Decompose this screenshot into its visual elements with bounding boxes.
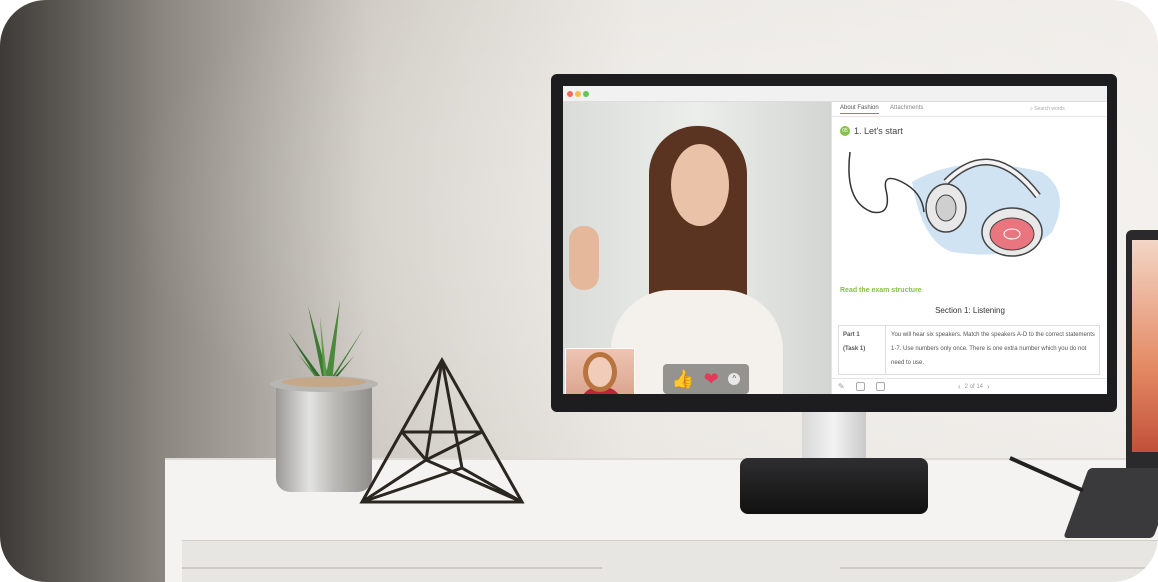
pencil-icon[interactable]: ✎: [838, 382, 847, 391]
lesson-title: 1. Let's start: [854, 126, 903, 136]
maximize-window-button[interactable]: [583, 91, 589, 97]
drawer-line: [182, 567, 602, 569]
search-icon: ⌕: [1030, 106, 1033, 112]
task-description: You will hear six speakers. Match the sp…: [891, 332, 1095, 366]
chevron-right-icon[interactable]: ›: [987, 382, 990, 391]
exam-structure-table: Part 1 (Task 1) You will hear six speake…: [838, 325, 1100, 375]
table-divider: [885, 326, 886, 374]
pot-soil: [282, 377, 366, 387]
part-label: Part 1: [843, 332, 860, 338]
wire-pyramid-decor: [359, 356, 525, 504]
minimize-window-button[interactable]: [575, 91, 581, 97]
lesson-badge: 05: [840, 126, 850, 136]
task-label: (Task 1): [843, 346, 866, 352]
search-placeholder: Search words: [1034, 106, 1065, 112]
search-input[interactable]: ⌕ Search words: [1026, 104, 1102, 114]
briefcase-icon[interactable]: [876, 382, 885, 391]
more-reactions-button[interactable]: ^: [728, 373, 741, 385]
lesson-panel: About Fashion Attachments ⌕ Search words…: [831, 102, 1107, 394]
scene: 👍 ❤ ^ About Fashion Attachments ⌕ Search…: [0, 0, 1158, 582]
reactions-bar: 👍 ❤ ^: [663, 364, 749, 394]
panel-tabs: About Fashion Attachments ⌕ Search words: [832, 102, 1107, 117]
teacher-video: 👍 ❤ ^: [563, 102, 831, 394]
thumbs-up-reaction-icon[interactable]: 👍: [672, 369, 694, 389]
lesson-heading: 05 1. Let's start: [840, 126, 903, 136]
drawer-line: [840, 567, 1158, 569]
tab-attachments[interactable]: Attachments: [890, 105, 923, 111]
app-screen: 👍 ❤ ^ About Fashion Attachments ⌕ Search…: [563, 86, 1107, 394]
headphones-illustration: [848, 151, 1060, 257]
close-window-button[interactable]: [567, 91, 573, 97]
pager-label: 2 of 14: [964, 383, 984, 390]
tab-about-fashion[interactable]: About Fashion: [840, 105, 879, 114]
monitor-stand-base: [740, 458, 928, 514]
heart-reaction-icon[interactable]: ❤: [704, 369, 719, 389]
desk-front: [182, 540, 1158, 582]
pager: ‹ 2 of 14 ›: [958, 382, 990, 391]
teacher-hand: [569, 226, 599, 290]
read-structure-label: Read the exam structure: [840, 287, 922, 294]
section-title: Section 1: Listening: [935, 306, 1005, 315]
copy-icon[interactable]: [856, 382, 865, 391]
teacher-face: [671, 144, 729, 226]
student-video-thumbnail[interactable]: [565, 348, 635, 394]
chevron-left-icon[interactable]: ‹: [958, 382, 961, 391]
student-body: [580, 387, 622, 394]
laptop-screen: [1132, 240, 1158, 452]
student-face: [588, 357, 612, 387]
panel-toolbar: ✎ ‹ 2 of 14 ›: [832, 378, 1107, 394]
window-titlebar: [563, 86, 1107, 102]
part-cell: Part 1 (Task 1): [843, 328, 873, 356]
